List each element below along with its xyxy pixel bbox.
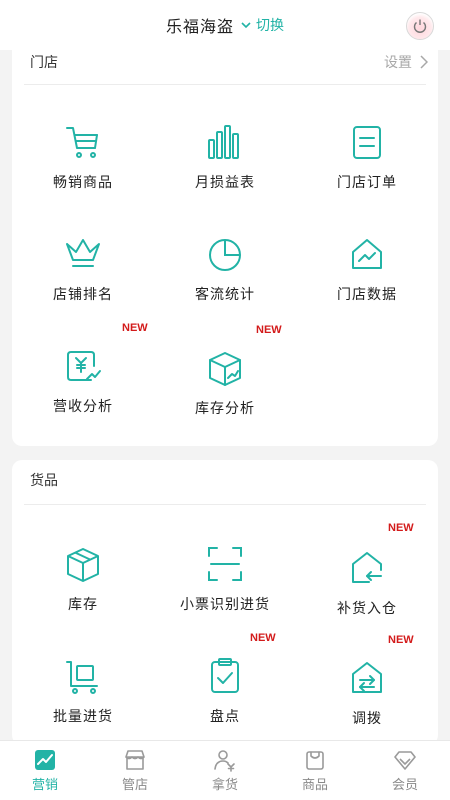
tile-inventory[interactable]: 库存 xyxy=(12,544,154,654)
chevron-right-icon xyxy=(420,55,428,69)
tile-revenue-analysis[interactable]: 营收分析 xyxy=(12,346,154,456)
goods-section-title: 货品 xyxy=(30,473,58,489)
store-name[interactable]: 乐福海盗 xyxy=(166,13,234,37)
new-badge: NEW xyxy=(388,634,414,646)
pie-chart-icon xyxy=(209,239,241,271)
crown-icon xyxy=(66,239,100,267)
tab-marketing[interactable]: 营销 xyxy=(0,741,90,800)
tab-purchase[interactable]: 拿货 xyxy=(180,741,270,800)
tile-label: 库存 xyxy=(68,597,98,613)
house-transfer-icon xyxy=(352,662,382,693)
new-badge: NEW xyxy=(388,522,414,534)
cart-box-icon xyxy=(66,661,98,694)
new-badge: NEW xyxy=(122,322,148,334)
tile-store-orders[interactable]: 门店订单 xyxy=(296,122,438,232)
tile-label: 门店订单 xyxy=(337,175,397,191)
tab-label: 拿货 xyxy=(211,778,238,793)
scan-icon xyxy=(208,547,242,581)
tile-best-sellers[interactable]: 畅销商品 xyxy=(12,122,154,232)
tab-label: 营销 xyxy=(31,778,58,793)
store-icon xyxy=(125,750,145,770)
tab-label: 管店 xyxy=(121,778,148,793)
yuan-trend-icon xyxy=(67,351,101,381)
clipboard-check-icon xyxy=(211,658,239,693)
tile-label: 客流统计 xyxy=(195,287,255,303)
tile-label: 营收分析 xyxy=(53,399,113,415)
top-bar: 乐福海盗 切换 xyxy=(0,0,450,50)
tile-label: 库存分析 xyxy=(195,401,255,417)
tile-store-data[interactable]: 门店数据 xyxy=(296,234,438,344)
person-yuan-icon xyxy=(214,750,235,772)
new-badge: NEW xyxy=(250,632,276,644)
tab-manage-store[interactable]: 管店 xyxy=(90,741,180,800)
settings-link[interactable]: 设置 xyxy=(384,52,428,72)
tab-members[interactable]: 会员 xyxy=(360,741,450,800)
chevron-down-icon[interactable] xyxy=(240,19,252,31)
store-section-title: 门店 xyxy=(30,55,58,71)
tile-restock-warehouse[interactable]: 补货入仓 xyxy=(296,548,438,658)
tile-label: 批量进货 xyxy=(53,709,113,725)
tile-monthly-pnl[interactable]: 月损益表 xyxy=(154,122,296,232)
house-return-icon xyxy=(352,552,382,583)
box-trend-icon xyxy=(209,352,241,386)
divider xyxy=(24,504,426,505)
tile-label: 月损益表 xyxy=(195,175,255,191)
diamond-icon xyxy=(394,751,416,770)
tile-label: 店铺排名 xyxy=(53,287,113,303)
tile-label: 补货入仓 xyxy=(337,601,397,617)
new-badge: NEW xyxy=(256,324,282,336)
marketing-icon xyxy=(35,750,55,770)
goods-section-card: 货品 库存 小票识别进货 NEW 补货入仓 批量进货 NEW 盘点 NEW 调拨 xyxy=(12,460,438,745)
tile-label: 小票识别进货 xyxy=(180,597,270,613)
tile-label: 盘点 xyxy=(210,709,240,725)
divider xyxy=(24,84,426,85)
tab-label: 商品 xyxy=(301,778,328,793)
tile-label: 门店数据 xyxy=(337,287,397,303)
box-icon xyxy=(67,548,99,582)
switch-store-link[interactable]: 切换 xyxy=(256,15,284,35)
house-trend-icon xyxy=(352,239,382,269)
cart-icon xyxy=(66,127,98,158)
tab-label: 会员 xyxy=(391,778,418,793)
bottom-tab-bar: 营销 管店 拿货 商品 会员 xyxy=(0,740,450,800)
store-section-card: 门店 设置 畅销商品 月损益表 门店订单 店铺排名 客流统计 门店数据 NEW … xyxy=(12,44,438,446)
power-icon[interactable] xyxy=(406,12,434,40)
bar-chart-icon xyxy=(208,125,239,159)
order-list-icon xyxy=(353,126,381,159)
settings-label: 设置 xyxy=(384,55,412,71)
tab-products[interactable]: 商品 xyxy=(270,741,360,800)
tile-label: 调拨 xyxy=(352,711,382,727)
tile-label: 畅销商品 xyxy=(53,175,113,191)
bag-icon xyxy=(306,751,324,770)
tile-inventory-analysis[interactable]: 库存分析 xyxy=(154,348,296,458)
